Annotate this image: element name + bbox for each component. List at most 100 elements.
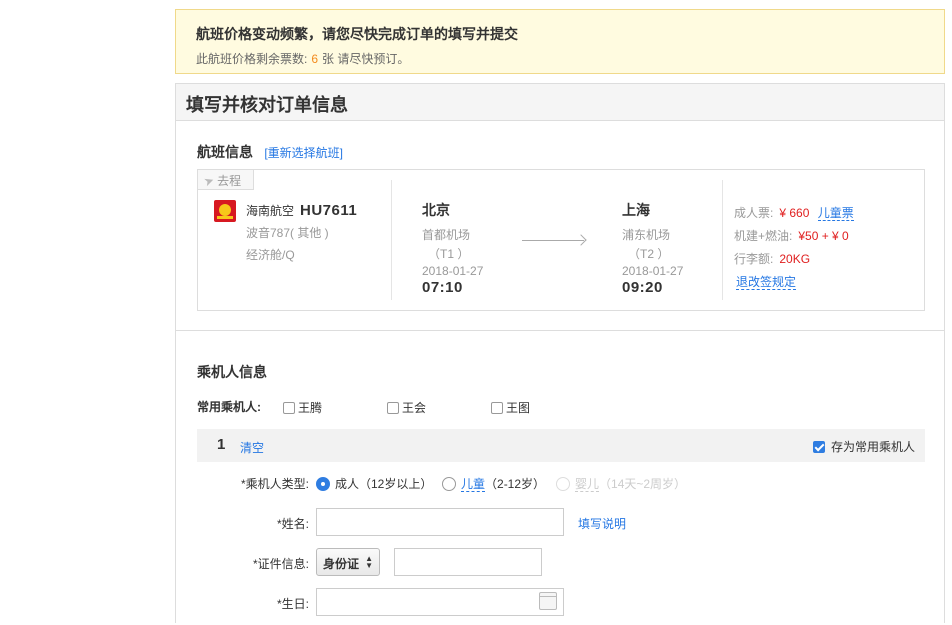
trip-tag-label: 去程 — [217, 174, 242, 188]
price-info: 成人票: ¥ 660 儿童票 机建+燃油: ¥50 + ¥ 0 行李额: 20KG 退… — [734, 204, 854, 296]
passenger-section-title: 乘机人信息 — [197, 364, 267, 380]
passenger-bar: 1 清空 存为常用乘机人 — [197, 429, 925, 462]
birthday-label: *生日: — [176, 595, 309, 612]
type-infant-age: （14天~2周岁） — [599, 477, 687, 491]
frequent-passenger-option[interactable]: 王图 — [491, 399, 530, 416]
radio-infant[interactable] — [556, 477, 570, 491]
save-frequent-label: 存为常用乘机人 — [830, 440, 915, 454]
arrival-city: 上海 — [622, 202, 650, 218]
frequent-passenger-name: 王腾 — [298, 401, 323, 415]
departure-info: 北京 首都机场 （T1 ） 2018-01-27 07:10 — [422, 200, 483, 296]
notice-title: 航班价格变动频繁，请您尽快完成订单的填写并提交 — [196, 26, 518, 42]
frequent-passenger-option[interactable]: 王会 — [387, 399, 426, 416]
type-child-option[interactable]: 儿童（2-12岁） — [442, 475, 545, 492]
adult-price-value: ¥ 660 — [779, 206, 810, 220]
airline-line: 海南航空 HU7611 — [246, 202, 357, 219]
passenger-type-label: *乘机人类型: — [176, 475, 309, 492]
arrival-terminal: （T2 ） — [628, 247, 670, 261]
name-label: *姓名: — [176, 515, 309, 532]
type-adult-option[interactable]: 成人（12岁以上） — [316, 475, 432, 492]
type-infant-label: 婴儿 — [575, 477, 600, 492]
arrival-time: 09:20 — [622, 279, 663, 296]
baggage-row: 行李额: 20KG — [734, 250, 854, 273]
child-ticket-link[interactable]: 儿童票 — [817, 206, 854, 221]
select-caret-icon: ▲ ▼ — [365, 554, 373, 570]
id-number-input[interactable] — [394, 548, 542, 576]
tax-row: 机建+燃油: ¥50 + ¥ 0 — [734, 227, 854, 250]
passenger-type-text: 乘机人类型: — [245, 477, 309, 491]
name-label-text: 姓名: — [281, 517, 309, 531]
name-row: *姓名: 填写说明 — [176, 508, 944, 545]
arrow-right-icon — [522, 240, 584, 241]
clear-link[interactable]: 清空 — [240, 439, 264, 456]
frequent-passengers: 常用乘机人: 王腾 王会 王图 — [197, 398, 530, 415]
section-divider — [176, 330, 944, 331]
calendar-icon[interactable] — [539, 592, 557, 610]
name-input[interactable] — [316, 508, 564, 536]
tax-label: 机建+燃油: — [734, 229, 793, 243]
rule-row: 退改签规定 — [734, 273, 854, 296]
passenger-type-row: *乘机人类型: 成人（12岁以上） 儿童（2-12岁） 婴儿（14天~2周岁） — [176, 475, 944, 495]
radio-child[interactable] — [442, 477, 456, 491]
arrival-date: 2018-01-27 — [622, 264, 684, 278]
aircraft-model: 波音787( 其他 ) — [246, 226, 329, 240]
frequent-passenger-name: 王图 — [506, 401, 531, 415]
type-child-age: （2-12岁） — [485, 477, 546, 491]
order-panel: 填写并核对订单信息 航班信息 [重新选择航班] ➤去程 海南航空 HU7611 波… — [175, 83, 945, 623]
baggage-label: 行李额: — [734, 252, 774, 266]
price-change-notice: 航班价格变动频繁，请您尽快完成订单的填写并提交 此航班价格剩余票数: 6 张 请尽快… — [175, 9, 945, 74]
birthday-input[interactable] — [316, 588, 564, 616]
remain-count: 6 — [311, 52, 319, 66]
remain-prefix: 此航班价格剩余票数: — [196, 52, 308, 66]
departure-terminal: （T1 ） — [428, 247, 470, 261]
id-row: *证件信息: 身份证 ▲ ▼ — [176, 548, 944, 585]
tax-value: ¥50 + ¥ 0 — [798, 229, 849, 243]
remain-suffix: 张 请尽快预订。 — [322, 52, 410, 66]
flight-section-header: 航班信息 [重新选择航班] — [197, 142, 343, 162]
checkbox[interactable] — [387, 402, 399, 414]
checkbox[interactable] — [491, 402, 503, 414]
passenger-index: 1 — [217, 436, 226, 453]
airline-name: 海南航空 — [246, 204, 295, 218]
cabin-class: 经济舱/Q — [246, 248, 295, 262]
departure-date: 2018-01-27 — [422, 264, 484, 278]
save-checkbox[interactable] — [812, 441, 825, 453]
id-label: *证件信息: — [176, 555, 309, 572]
type-adult-label: 成人（12岁以上） — [335, 477, 433, 491]
order-page: 航班价格变动频繁，请您尽快完成订单的填写并提交 此航班价格剩余票数: 6 张 请尽快… — [175, 9, 945, 623]
name-help-link[interactable]: 填写说明 — [578, 515, 626, 532]
checkbox[interactable] — [283, 402, 295, 414]
frequent-passenger-name: 王会 — [402, 401, 427, 415]
id-label-text: 证件信息: — [257, 557, 309, 571]
divider-line — [391, 180, 392, 300]
id-type-select[interactable]: 身份证 ▲ ▼ — [316, 548, 380, 576]
arrival-info: 上海 浦东机场 （T2 ） 2018-01-27 09:20 — [622, 200, 683, 296]
departure-city: 北京 — [422, 202, 450, 218]
adult-price-row: 成人票: ¥ 660 儿童票 — [734, 204, 854, 227]
frequent-label: 常用乘机人: — [197, 400, 261, 414]
flight-card: ➤去程 海南航空 HU7611 波音787( 其他 ) 经济舱/Q 北京 首都机场… — [197, 169, 925, 311]
notice-remain: 此航班价格剩余票数: 6 张 请尽快预订。 — [196, 50, 924, 67]
departure-time: 07:10 — [422, 279, 463, 296]
flight-number: HU7611 — [300, 202, 358, 219]
save-frequent-option[interactable]: 存为常用乘机人 — [812, 438, 915, 455]
airline-logo-icon — [214, 200, 236, 222]
frequent-passenger-option[interactable]: 王腾 — [283, 399, 322, 416]
birthday-row: *生日: — [176, 588, 944, 625]
arrival-airport: 浦东机场 — [622, 228, 671, 242]
departure-airport: 首都机场 — [422, 228, 471, 242]
type-infant-option[interactable]: 婴儿（14天~2周岁） — [556, 475, 686, 492]
divider-line — [722, 180, 723, 300]
id-type-value: 身份证 — [323, 557, 360, 571]
refund-rule-link[interactable]: 退改签规定 — [736, 275, 797, 290]
panel-title: 填写并核对订单信息 — [176, 84, 944, 121]
reselect-flight-link[interactable]: [重新选择航班] — [264, 146, 343, 160]
plane-icon: ➤ — [201, 172, 217, 190]
baggage-value: 20KG — [779, 252, 811, 266]
birthday-label-text: 生日: — [281, 597, 309, 611]
flight-section-title: 航班信息 — [197, 144, 253, 160]
type-child-label: 儿童 — [461, 477, 486, 492]
radio-adult[interactable] — [316, 477, 330, 491]
trip-tag: ➤去程 — [198, 170, 254, 190]
adult-price-label: 成人票: — [734, 206, 774, 220]
